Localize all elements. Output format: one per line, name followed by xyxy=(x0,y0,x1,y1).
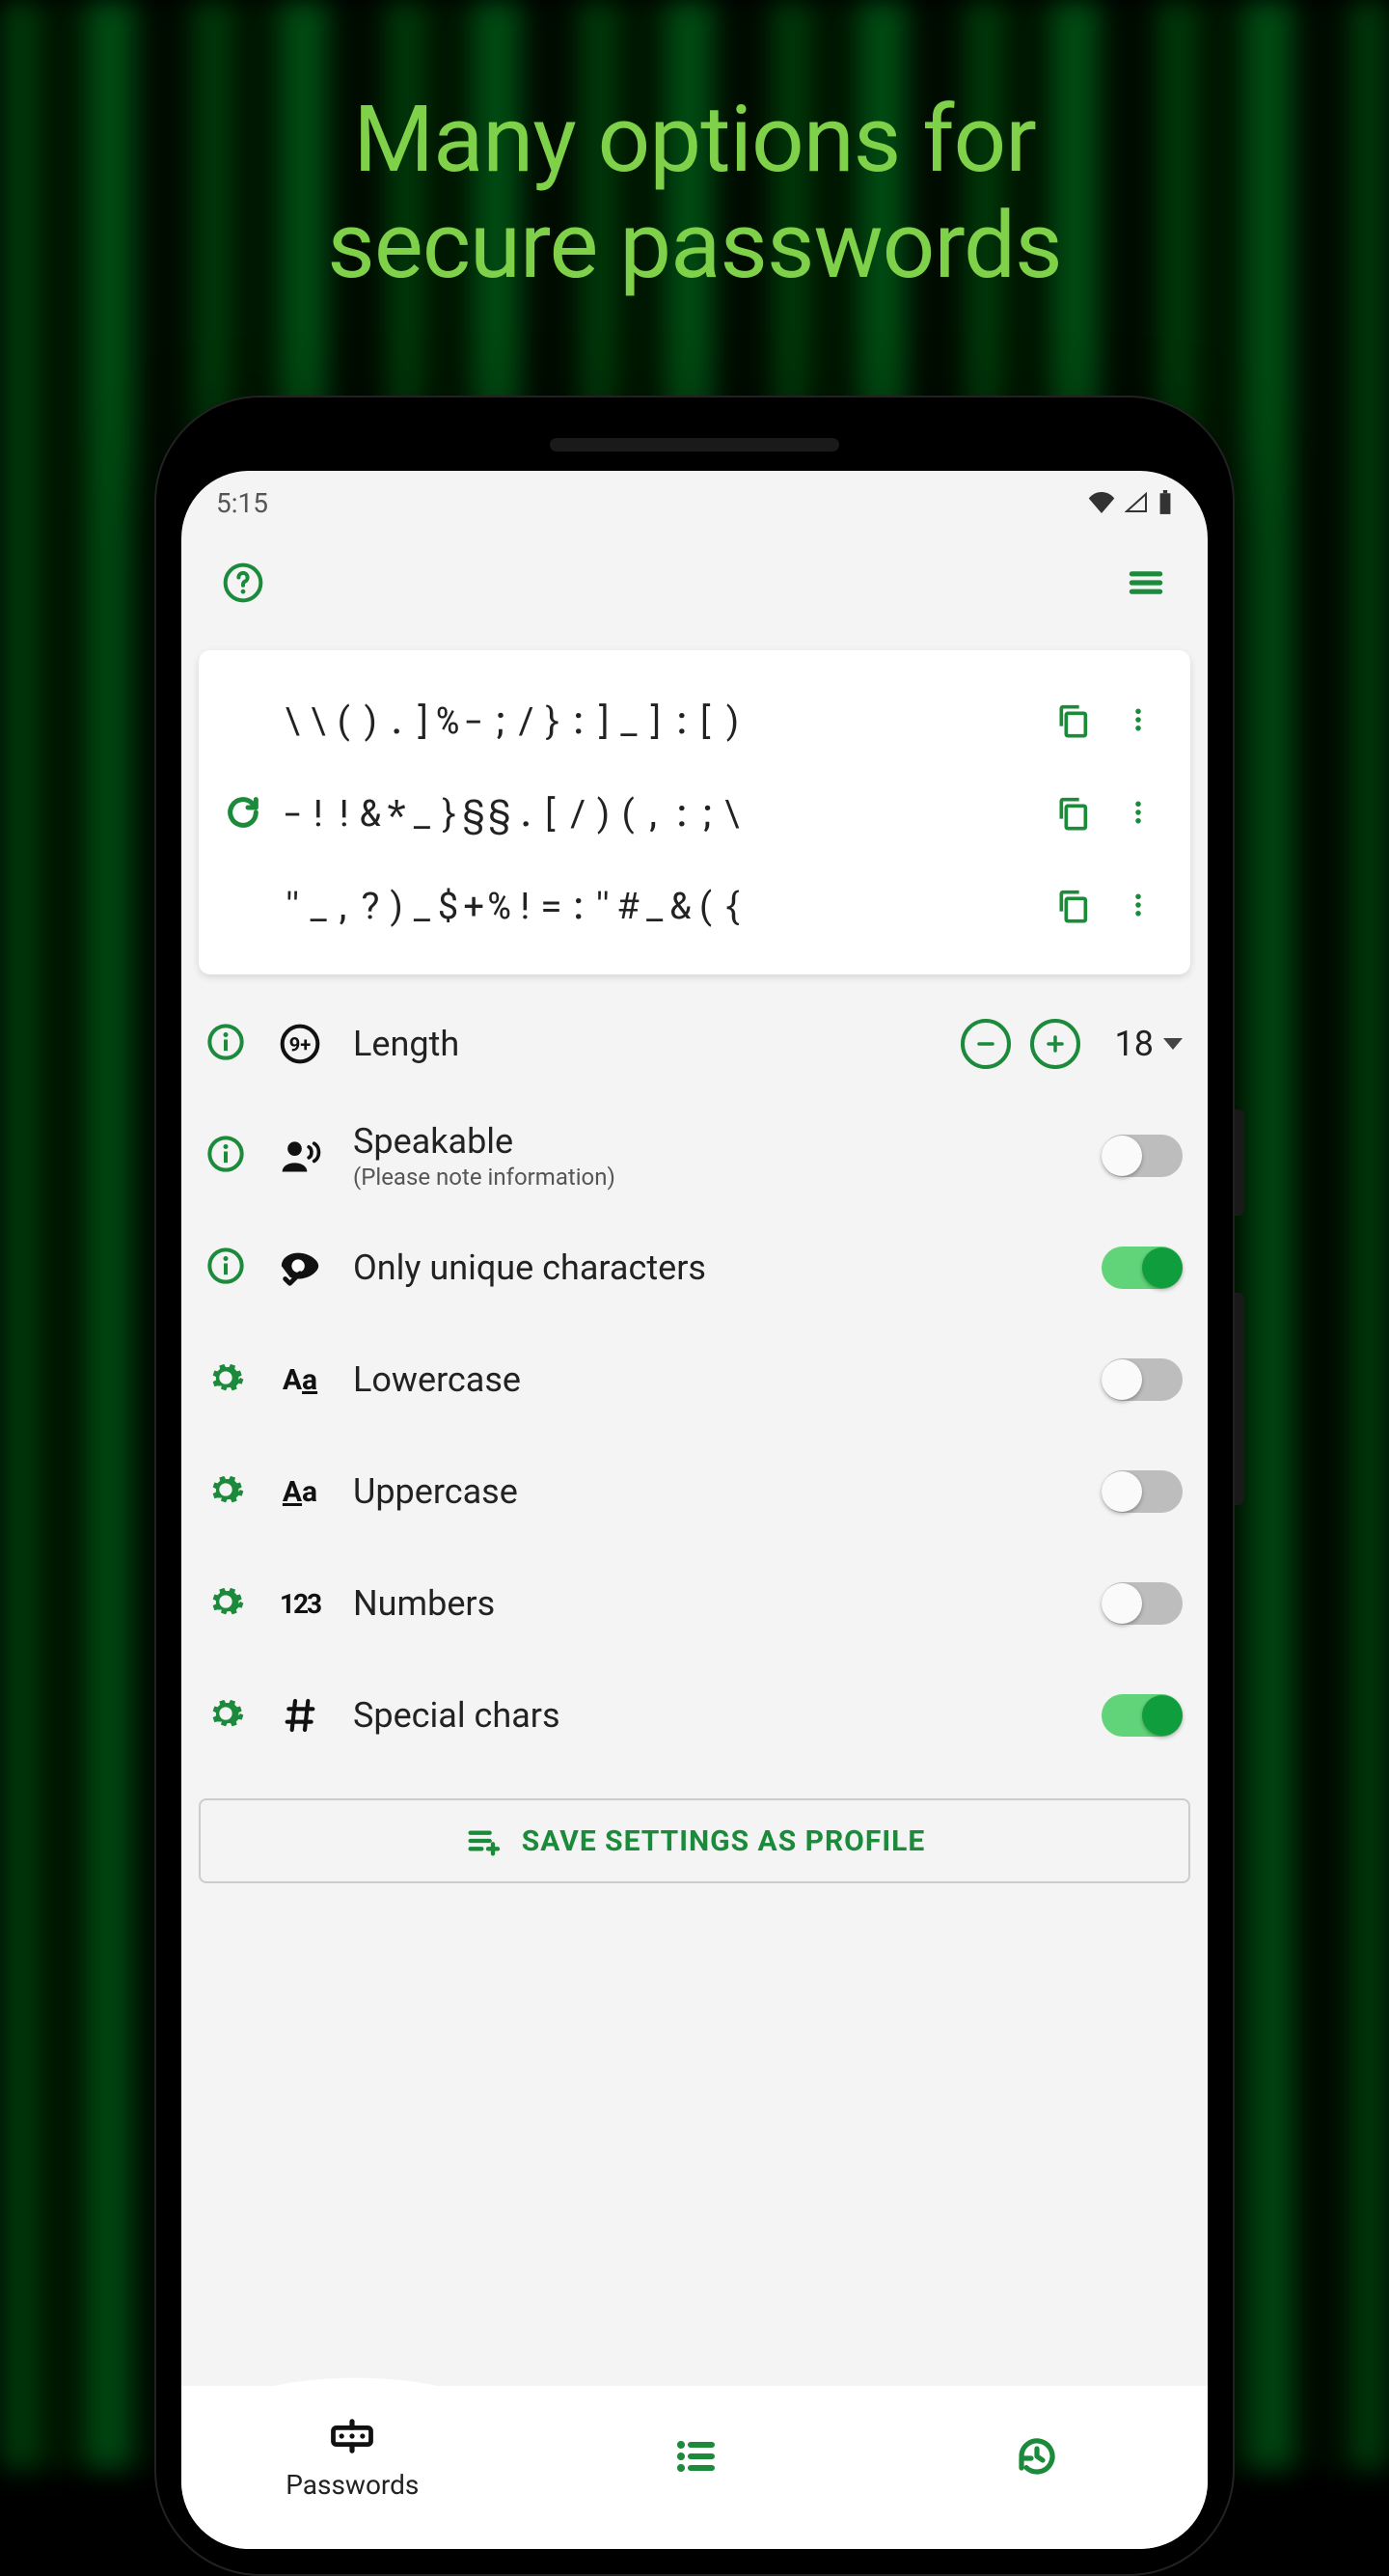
uppercase-switch[interactable] xyxy=(1102,1470,1183,1513)
option-label: Only unique characters xyxy=(353,1247,1094,1288)
regenerate-button[interactable] xyxy=(216,785,270,839)
gear-icon[interactable] xyxy=(206,1470,249,1513)
playlist-add-icon xyxy=(464,1822,503,1860)
more-button[interactable] xyxy=(1111,693,1165,747)
more-button[interactable] xyxy=(1111,785,1165,839)
speakable-switch[interactable] xyxy=(1102,1135,1183,1177)
copy-button[interactable] xyxy=(1046,785,1100,839)
phone-screen: 5:15 xyxy=(181,471,1208,2549)
gear-icon[interactable] xyxy=(206,1358,249,1401)
hash-icon xyxy=(276,1691,324,1740)
password-text: -!!&*_}§§.[/)(,:;\ xyxy=(282,788,1042,836)
uppercase-icon: Aa xyxy=(276,1467,324,1516)
nav-label: Passwords xyxy=(286,2469,419,2501)
speakable-icon xyxy=(276,1132,324,1180)
app-bar xyxy=(181,534,1208,631)
nav-profiles[interactable] xyxy=(671,2433,718,2480)
option-uppercase: Aa Uppercase xyxy=(199,1436,1190,1548)
generated-passwords-card: \\().]%-;/}:]_]:[) -!!&*_}§§.[/)(,:;\ xyxy=(199,650,1190,974)
option-label: Uppercase xyxy=(353,1471,1094,1512)
more-button[interactable] xyxy=(1111,878,1165,932)
chevron-down-icon xyxy=(1163,1038,1183,1050)
wifi-icon xyxy=(1088,492,1115,513)
option-label: Lowercase xyxy=(353,1359,1094,1400)
lowercase-switch[interactable] xyxy=(1102,1358,1183,1401)
option-speakable: Speakable (Please note information) xyxy=(199,1100,1190,1212)
password-text: "_,?)_$+%!=:"#_&({ xyxy=(282,881,1042,929)
copy-button[interactable] xyxy=(1046,878,1100,932)
password-row: "_,?)_$+%!=:"#_&({ xyxy=(216,859,1173,951)
length-value-dropdown[interactable]: 18 xyxy=(1115,1024,1183,1064)
phone-side-button-1 xyxy=(1235,1110,1244,1216)
nav-passwords[interactable]: Passwords xyxy=(286,2411,419,2501)
special-switch[interactable] xyxy=(1102,1694,1183,1737)
help-button[interactable] xyxy=(216,556,270,610)
info-icon[interactable] xyxy=(206,1135,249,1177)
menu-button[interactable] xyxy=(1119,556,1173,610)
option-label: Speakable xyxy=(353,1121,1094,1162)
option-numbers: 123 Numbers xyxy=(199,1548,1190,1659)
lowercase-icon: Aa xyxy=(276,1356,324,1404)
gear-icon[interactable] xyxy=(206,1694,249,1737)
info-icon[interactable] xyxy=(206,1023,249,1065)
unique-icon xyxy=(276,1244,324,1292)
option-special: Special chars xyxy=(199,1659,1190,1771)
password-row: \\().]%-;/}:]_]:[) xyxy=(216,673,1173,766)
unique-switch[interactable] xyxy=(1102,1247,1183,1289)
length-increase-button[interactable] xyxy=(1030,1019,1080,1069)
length-value: 18 xyxy=(1115,1024,1154,1064)
phone-side-button-2 xyxy=(1235,1293,1244,1505)
headline-line-1: Many options for xyxy=(0,87,1389,193)
password-row: -!!&*_}§§.[/)(,:;\ xyxy=(216,766,1173,859)
nav-history[interactable] xyxy=(1014,2433,1060,2480)
save-profile-button[interactable]: SAVE SETTINGS AS PROFILE xyxy=(199,1798,1190,1883)
option-lowercase: Aa Lowercase xyxy=(199,1324,1190,1436)
length-decrease-button[interactable] xyxy=(961,1019,1011,1069)
options-list: 9+ Length 18 xyxy=(181,974,1208,1771)
option-label: Special chars xyxy=(353,1695,1094,1736)
gear-icon[interactable] xyxy=(206,1582,249,1625)
option-label: Numbers xyxy=(353,1583,1094,1624)
password-text: \\().]%-;/}:]_]:[) xyxy=(282,696,1042,744)
cell-signal-icon xyxy=(1125,492,1148,513)
save-profile-label: SAVE SETTINGS AS PROFILE xyxy=(522,1824,925,1858)
option-sublabel: (Please note information) xyxy=(353,1164,1094,1191)
option-label: Length xyxy=(353,1024,953,1064)
promo-headline: Many options for secure passwords xyxy=(0,87,1389,300)
option-length: 9+ Length 18 xyxy=(199,988,1190,1100)
phone-frame: 5:15 xyxy=(154,396,1235,2576)
battery-icon xyxy=(1158,490,1173,515)
length-icon: 9+ xyxy=(276,1020,324,1068)
headline-line-2: secure passwords xyxy=(0,193,1389,299)
status-bar: 5:15 xyxy=(181,471,1208,534)
phone-speaker xyxy=(550,438,839,452)
status-time: 5:15 xyxy=(216,487,268,519)
info-icon[interactable] xyxy=(206,1247,249,1289)
copy-button[interactable] xyxy=(1046,693,1100,747)
svg-text:9+: 9+ xyxy=(289,1032,312,1055)
numbers-switch[interactable] xyxy=(1102,1582,1183,1625)
numbers-icon: 123 xyxy=(276,1579,324,1628)
option-unique: Only unique characters xyxy=(199,1212,1190,1324)
bottom-nav: Passwords xyxy=(181,2386,1208,2549)
